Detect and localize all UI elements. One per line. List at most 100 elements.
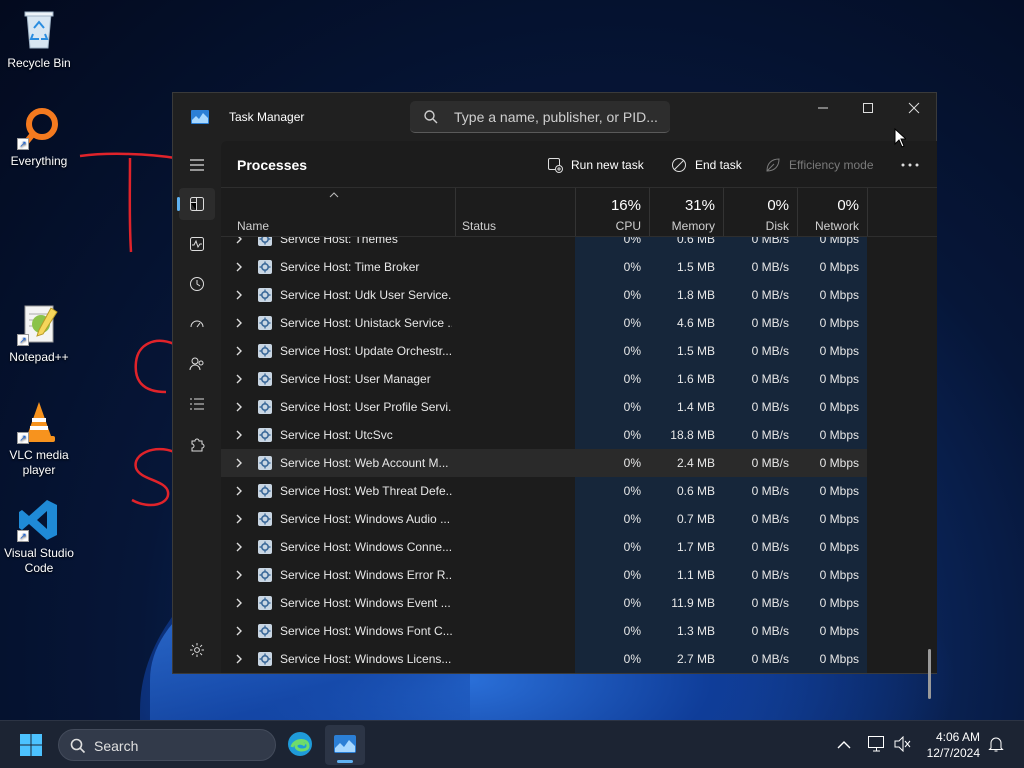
- table-row[interactable]: Service Host: Windows Audio ... 0% 0.7 MB 0…: [221, 505, 867, 533]
- disk-cell: 0 MB/s: [751, 540, 789, 554]
- network-cell: 0 Mbps: [819, 260, 859, 274]
- task-manager-app-icon: [334, 735, 356, 753]
- chevron-right-icon[interactable]: [236, 318, 242, 328]
- run-new-task-button[interactable]: Run new task: [547, 155, 644, 175]
- taskbar-app-edge[interactable]: [287, 731, 313, 762]
- chevron-right-icon[interactable]: [236, 542, 242, 552]
- nav-users[interactable]: [179, 348, 215, 380]
- nav-services[interactable]: [179, 428, 215, 460]
- chevron-right-icon[interactable]: [236, 458, 242, 468]
- table-row[interactable]: Service Host: Udk User Service... 0% 1.8 M…: [221, 281, 867, 309]
- process-name: Service Host: Udk User Service...: [280, 288, 452, 302]
- chevron-right-icon[interactable]: [236, 486, 242, 496]
- chevron-right-icon[interactable]: [236, 598, 242, 608]
- column-cpu[interactable]: 16% CPU: [575, 188, 649, 236]
- column-memory[interactable]: 31% Memory: [649, 188, 723, 236]
- chevron-right-icon[interactable]: [236, 237, 242, 244]
- close-button[interactable]: [891, 93, 937, 123]
- desktop-icon-notepad-plus-plus[interactable]: ↗ Notepad++: [1, 302, 77, 365]
- process-name: Service Host: Web Account M...: [280, 456, 449, 470]
- column-disk[interactable]: 0% Disk: [723, 188, 797, 236]
- chevron-up-icon: [837, 741, 851, 749]
- chevron-right-icon[interactable]: [236, 514, 242, 524]
- service-gear-icon: [258, 652, 272, 666]
- table-row[interactable]: Service Host: UtcSvc 0% 18.8 MB 0 MB/s 0 Mbp…: [221, 421, 867, 449]
- service-gear-icon: [258, 372, 272, 386]
- network-cell: 0 Mbps: [819, 316, 859, 330]
- disk-cell: 0 MB/s: [751, 484, 789, 498]
- chevron-right-icon[interactable]: [236, 402, 242, 412]
- nav-app-history[interactable]: [179, 268, 215, 300]
- column-divider[interactable]: [867, 188, 868, 236]
- end-task-label: End task: [695, 158, 742, 172]
- table-row[interactable]: Service Host: Windows Licens... 0% 2.7 MB 0…: [221, 645, 867, 673]
- table-row[interactable]: Service Host: Windows Conne... 0% 1.7 MB 0 …: [221, 533, 867, 561]
- volume-tray-button[interactable]: [894, 735, 912, 757]
- run-new-task-label: Run new task: [571, 158, 644, 172]
- end-task-button[interactable]: End task: [671, 155, 742, 175]
- table-row[interactable]: Service Host: Windows Font C... 0% 1.3 MB 0…: [221, 617, 867, 645]
- chevron-right-icon[interactable]: [236, 290, 242, 300]
- memory-cell: 1.8 MB: [676, 288, 715, 302]
- desktop-icon-vscode[interactable]: ↗ Visual Studio Code: [1, 498, 77, 576]
- memory-cell: 0.6 MB: [676, 484, 715, 498]
- chevron-right-icon[interactable]: [236, 262, 242, 272]
- taskbar-app-task-manager[interactable]: [325, 725, 365, 765]
- taskbar-search-box[interactable]: Search: [58, 729, 276, 761]
- chevron-right-icon[interactable]: [236, 346, 242, 356]
- memory-cell: 1.5 MB: [676, 344, 715, 358]
- red-annotation-strokes: [79, 152, 176, 507]
- chevron-right-icon[interactable]: [236, 626, 242, 636]
- gear-icon: [190, 643, 204, 657]
- title-bar[interactable]: Task Manager: [173, 93, 936, 141]
- desktop-icon-label: Visual Studio Code: [4, 546, 74, 575]
- table-row[interactable]: Service Host: Unistack Service ... 0% 4.6 …: [221, 309, 867, 337]
- desktop-icon-recycle-bin[interactable]: Recycle Bin: [1, 8, 77, 71]
- nav-details[interactable]: [179, 388, 215, 420]
- column-status[interactable]: Status: [455, 188, 575, 236]
- table-row[interactable]: Service Host: User Profile Servi... 0% 1.4…: [221, 393, 867, 421]
- bell-icon: [988, 737, 1004, 752]
- desktop-icon-everything[interactable]: ↗ Everything: [1, 106, 77, 169]
- nav-startup-apps[interactable]: [179, 308, 215, 340]
- efficiency-mode-button[interactable]: Efficiency mode: [765, 155, 874, 175]
- table-row[interactable]: Service Host: Web Account M... 0% 2.4 MB 0 …: [221, 449, 867, 477]
- table-row[interactable]: Service Host: Web Threat Defe... 0% 0.6 MB…: [221, 477, 867, 505]
- column-name[interactable]: Name: [221, 188, 455, 236]
- start-button[interactable]: [20, 734, 42, 761]
- notifications-button[interactable]: [988, 735, 1004, 758]
- disk-cell: 0 MB/s: [751, 456, 789, 470]
- table-row[interactable]: Service Host: Themes 0% 0.6 MB 0 MB/s 0 Mbps: [221, 237, 867, 253]
- system-clock[interactable]: 4:06 AM 12/7/2024: [927, 729, 980, 761]
- edge-browser-icon: [288, 732, 312, 756]
- nav-processes[interactable]: [177, 188, 215, 220]
- search-icon: [70, 738, 86, 754]
- everything-search-icon: ↗: [17, 106, 61, 150]
- table-row[interactable]: Service Host: User Manager 0% 1.6 MB 0 MB/s…: [221, 365, 867, 393]
- search-box[interactable]: [410, 101, 670, 133]
- notepad-plus-plus-icon: ↗: [17, 302, 61, 346]
- hamburger-menu-button[interactable]: [179, 149, 215, 181]
- network-tray-button[interactable]: [867, 735, 887, 758]
- column-network[interactable]: 0% Network: [797, 188, 867, 236]
- more-options-button[interactable]: [901, 155, 927, 175]
- cpu-cell: 0%: [623, 568, 641, 582]
- nav-performance[interactable]: [179, 228, 215, 260]
- minimize-button[interactable]: [800, 93, 846, 123]
- chevron-right-icon[interactable]: [236, 654, 242, 664]
- scrollbar-thumb[interactable]: [928, 649, 931, 699]
- search-input[interactable]: [454, 108, 664, 126]
- nav-settings[interactable]: [179, 634, 215, 666]
- chevron-right-icon[interactable]: [236, 430, 242, 440]
- table-row[interactable]: Service Host: Windows Error R... 0% 1.1 MB…: [221, 561, 867, 589]
- chevron-right-icon[interactable]: [236, 570, 242, 580]
- table-row[interactable]: Service Host: Update Orchestr... 0% 1.5 MB…: [221, 337, 867, 365]
- table-row[interactable]: Service Host: Time Broker 0% 1.5 MB 0 MB/s 0…: [221, 253, 867, 281]
- chevron-right-icon[interactable]: [236, 374, 242, 384]
- desktop-icon-vlc[interactable]: ↗ VLC media player: [1, 400, 77, 478]
- column-disk-label: Disk: [765, 219, 789, 233]
- maximize-button[interactable]: [845, 93, 891, 123]
- performance-icon: [190, 237, 204, 251]
- show-hidden-icons-button[interactable]: [837, 737, 851, 755]
- table-row[interactable]: Service Host: Windows Event ... 0% 11.9 MB…: [221, 589, 867, 617]
